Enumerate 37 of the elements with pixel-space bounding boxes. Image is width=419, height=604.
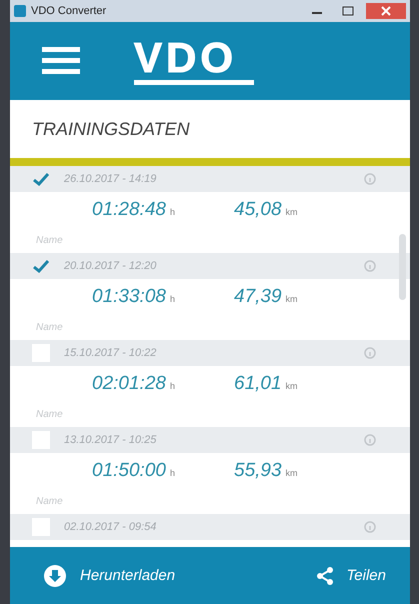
share-button[interactable]: Teilen [316,562,386,588]
info-icon[interactable] [364,260,376,272]
training-date: 02.10.2017 - 09:54 [64,521,158,533]
duration-value: 02:01:28 h [92,373,176,395]
info-icon[interactable] [364,347,376,359]
duration-value: 01:28:48 h [92,199,176,221]
distance-value: 47,39 km [234,286,299,308]
duration-value: 01:33:08 h [92,286,176,308]
duration-value: 01:50:00 h [92,460,176,482]
info-icon[interactable] [364,434,376,446]
distance-value: 45,08 km [234,199,299,221]
training-date: 26.10.2017 - 14:19 [64,173,158,185]
scrollbar[interactable] [399,234,406,300]
section-title: TRAININGSDATEN [32,118,190,140]
close-icon[interactable] [366,3,406,19]
checkbox[interactable] [32,257,50,275]
name-field[interactable]: Name [36,235,236,246]
name-field[interactable]: Name [36,322,236,333]
info-icon[interactable] [364,173,376,185]
checkmark-icon [33,260,49,272]
logo: VDO [134,38,238,78]
checkmark-icon [33,172,49,186]
name-field[interactable]: Name [36,409,236,420]
training-date: 13.10.2017 - 10:25 [64,434,158,446]
distance-value: 55,93 km [234,460,299,482]
distance-value: 61,01 km [234,373,299,395]
training-date: 20.10.2017 - 12:20 [64,260,158,272]
share-icon [316,566,333,584]
name-field[interactable]: Name [36,496,236,507]
app-icon [14,5,26,17]
download-icon [44,564,66,586]
training-date: 15.10.2017 - 10:22 [64,347,158,359]
checkbox[interactable] [32,170,50,188]
menu-icon[interactable] [42,47,80,75]
download-button[interactable]: Herunterladen [44,560,176,590]
info-icon[interactable] [364,521,376,533]
window-title: VDO Converter [31,5,108,17]
